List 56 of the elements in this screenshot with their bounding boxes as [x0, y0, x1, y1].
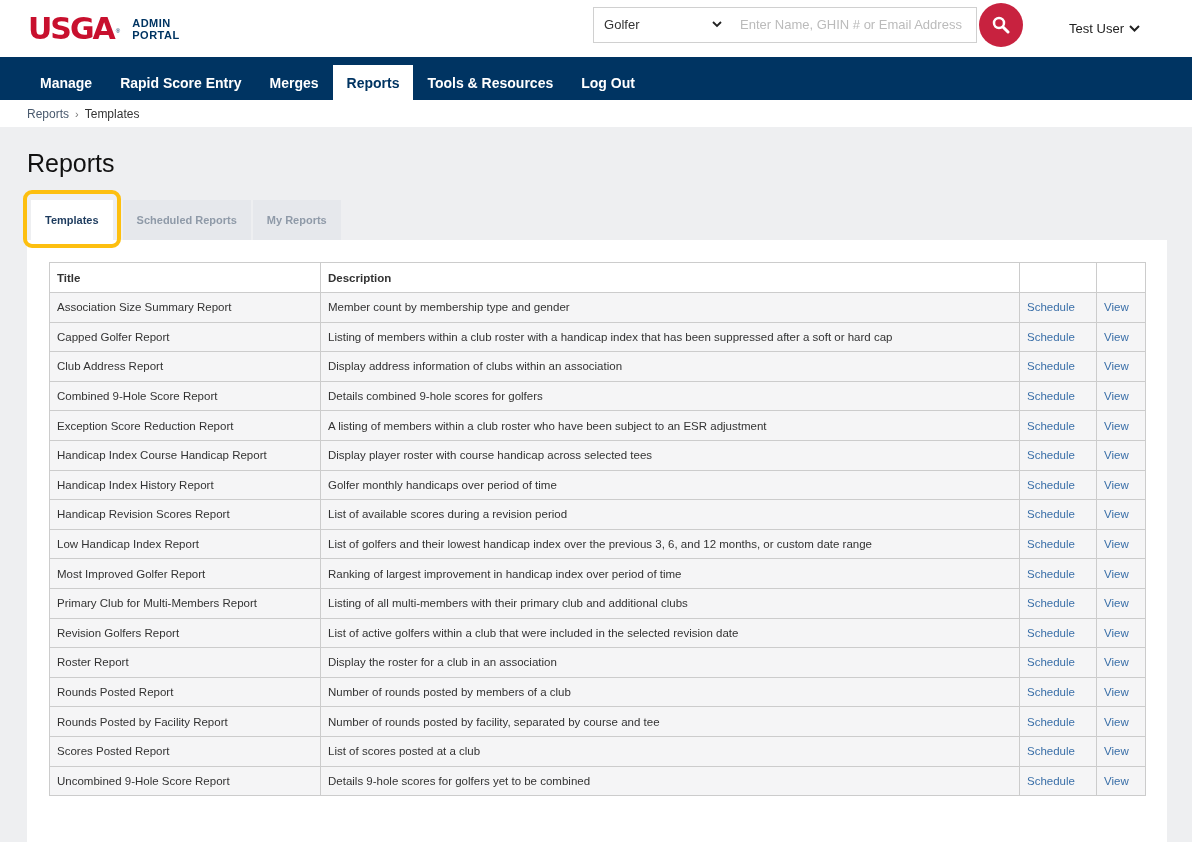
table-cell: A listing of members within a club roster who have been subject to an ESR adjustment: [320, 410, 1020, 441]
breadcrumb-link[interactable]: Reports: [27, 106, 70, 121]
table-cell: Roster Report: [49, 647, 321, 678]
table-cell: Rounds Posted by Facility Report: [49, 706, 321, 737]
table-cell: Display player roster with course handicap across selected tees: [320, 440, 1020, 471]
table-cell: Association Size Summary Report: [49, 292, 321, 323]
table-cell: List of scores posted at a club: [320, 736, 1020, 766]
report-tab[interactable]: Templates: [31, 200, 113, 240]
table-cell: List of golfers and their lowest handicap index over the previous 3, 6, and 12 months, or custom date range: [320, 529, 1020, 559]
nav-tab[interactable]: Log Out: [567, 57, 649, 100]
table-cell: Display address information of clubs within an association: [320, 351, 1020, 382]
table-cell: Scores Posted Report: [49, 736, 321, 766]
table-cell: Capped Golfer Report: [49, 322, 321, 352]
table-cell: Handicap Index History Report: [49, 470, 321, 500]
nav-tab[interactable]: Merges: [255, 57, 333, 100]
chevron-icon: [1129, 25, 1140, 32]
table-cell: Revision Golfers Report: [49, 618, 321, 648]
column-header: Description: [320, 262, 1020, 293]
nav-tab[interactable]: Reports: [332, 65, 414, 100]
table-cell: List of active golfers within a club that were included in the selected revision date: [320, 618, 1020, 648]
table-cell: Low Handicap Index Report: [49, 529, 321, 559]
nav-tab[interactable]: Rapid Score Entry: [106, 57, 256, 100]
table-cell: Ranking of largest improvement in handicap index over period of time: [320, 558, 1020, 589]
chevron-icon: [712, 21, 723, 28]
nav-tab[interactable]: Manage: [26, 57, 107, 100]
table-cell: Number of rounds posted by members of a club: [320, 677, 1020, 707]
breadcrumb-separator: ›: [75, 107, 79, 120]
table-cell: Uncombined 9-Hole Score Report: [49, 766, 321, 796]
table-cell: Primary Club for Multi-Members Report: [49, 588, 321, 619]
table-cell: Handicap Index Course Handicap Report: [49, 440, 321, 471]
type-select[interactable]: Golfer: [594, 7, 733, 42]
nav-tab[interactable]: Tools & Resources: [413, 57, 568, 100]
table-cell: Club Address Report: [49, 351, 321, 382]
column-header: Title: [49, 262, 321, 293]
table-cell: Rounds Posted Report: [49, 677, 321, 707]
user-menu[interactable]: Test User: [1063, 20, 1146, 37]
page-title: Reports: [27, 149, 116, 178]
action-link[interactable]: View: [1104, 686, 1129, 698]
table-cell: List of available scores during a revision period: [320, 499, 1020, 530]
search-icon: [992, 15, 1011, 34]
table-cell: Listing of members within a club roster with a handicap index that has been suppressed after a soft or hard cap: [320, 322, 1020, 352]
logo-subtitle: ADMIN PORTAL: [132, 16, 180, 41]
table-cell: Details combined 9-hole scores for golfers: [320, 381, 1020, 411]
table-cell: Number of rounds posted by facility, separated by course and tee: [320, 706, 1020, 737]
table-cell: Listing of all multi-members with their primary club and additional clubs: [320, 588, 1020, 619]
table-cell: Handicap Revision Scores Report: [49, 499, 321, 530]
table-cell: Exception Score Reduction Report: [49, 410, 321, 441]
table-cell: Most Improved Golfer Report: [49, 558, 321, 589]
table-cell: Combined 9-Hole Score Report: [49, 381, 321, 411]
search-field[interactable]: Golfer Enter Name, GHIN # or Email Address: [593, 6, 978, 43]
table-cell: Member count by membership type and gender: [320, 292, 1020, 323]
breadcrumb-link[interactable]: Templates: [84, 106, 140, 121]
table-cell: Display the roster for a club in an association: [320, 647, 1020, 678]
table-cell: Details 9-hole scores for golfers yet to be combined: [320, 766, 1020, 796]
logo-wordmark: USGA: [28, 11, 114, 46]
table-cell: Golfer monthly handicaps over period of time: [320, 470, 1020, 500]
